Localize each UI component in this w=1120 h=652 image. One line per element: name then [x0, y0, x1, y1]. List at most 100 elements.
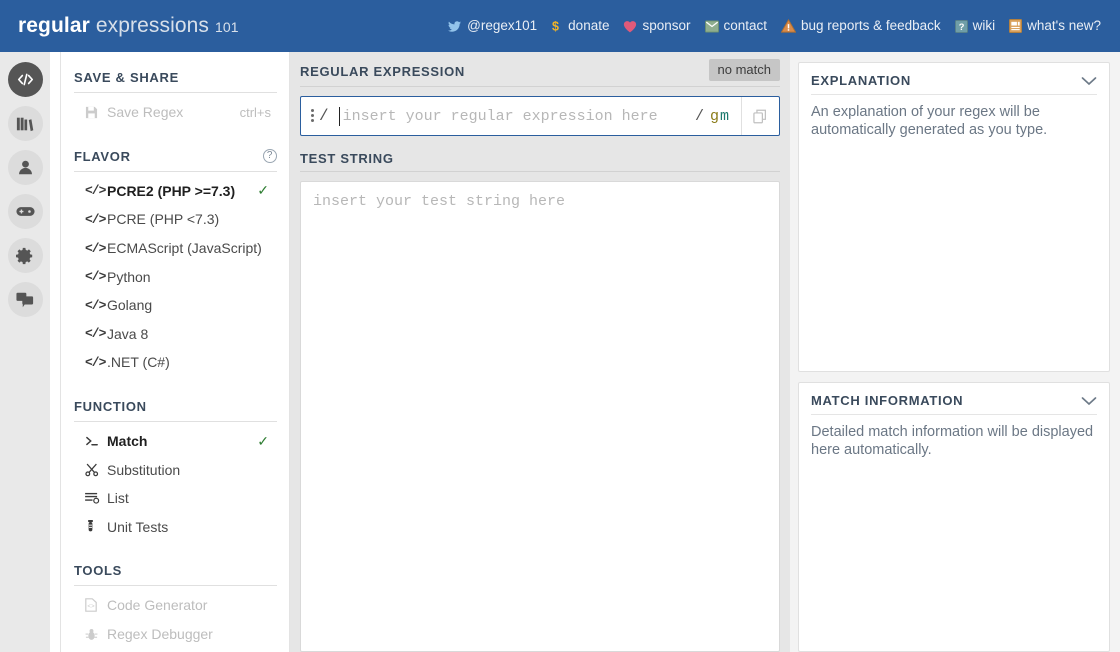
- menu-label-flavor-python: Python: [107, 268, 151, 285]
- nav-label-whats-new: what's new?: [1027, 18, 1101, 34]
- menu-label-code-generator: Code Generator: [107, 597, 208, 614]
- bug-icon: [85, 628, 107, 641]
- regex-input-container[interactable]: / insert your regular expression here / …: [300, 96, 780, 136]
- check-icon: ✓: [257, 432, 269, 449]
- nav-item-whats-new[interactable]: what's new?: [1002, 19, 1108, 33]
- kebab-menu-icon[interactable]: [311, 109, 314, 123]
- match-information-text: Detailed match information will be displ…: [811, 424, 1094, 458]
- test-string-placeholder: insert your test string here: [313, 193, 566, 210]
- regex-placeholder: insert your regular expression here: [342, 107, 658, 125]
- regex-input[interactable]: insert your regular expression here: [333, 97, 689, 135]
- nav-label-wiki: wiki: [972, 18, 996, 34]
- code-tag-icon: </>: [85, 326, 106, 342]
- account-icon: [17, 159, 34, 176]
- chevron-down-icon[interactable]: [1081, 76, 1097, 86]
- match-information-title: MATCH INFORMATION: [811, 393, 964, 408]
- chat-icon: [16, 291, 34, 309]
- menu-label-function-unit-tests: Unit Tests: [107, 518, 169, 535]
- regex-open-delimiter: /: [319, 107, 329, 125]
- logo-word-101: 101: [214, 19, 239, 35]
- menu-label-save-regex: Save Regex: [107, 104, 184, 121]
- section-title-function: FUNCTION: [74, 398, 147, 414]
- regex-close-delimiter: /: [694, 107, 704, 125]
- menu-item-function-unit-tests[interactable]: Unit Tests: [74, 513, 277, 542]
- info-column: EXPLANATION An explanation of your regex…: [790, 52, 1120, 652]
- gear-icon: [16, 247, 34, 265]
- menu-item-flavor-python[interactable]: </> Python: [74, 262, 277, 291]
- menu-label-function-substitution: Substitution: [107, 461, 181, 478]
- menu-item-flavor-pcre2[interactable]: </> PCRE2 (PHP >=7.3) ✓: [74, 177, 277, 206]
- nav-item-twitter[interactable]: @regex101: [440, 19, 544, 33]
- menu-label-flavor-golang: Golang: [107, 297, 153, 314]
- file-code-icon: <>: [85, 598, 107, 613]
- nav-item-sponsor[interactable]: sponsor: [616, 19, 697, 33]
- nav-label-bug-reports: bug reports & feedback: [801, 18, 941, 34]
- menu-item-regex-debugger[interactable]: Regex Debugger: [74, 620, 277, 649]
- nav-item-wiki[interactable]: ? wiki: [948, 19, 1003, 33]
- nav-label-donate: donate: [568, 18, 610, 34]
- menu-item-function-substitution[interactable]: Substitution: [74, 455, 277, 484]
- menu-item-function-match[interactable]: Match ✓: [74, 427, 277, 456]
- app-header: regular expressions 101 @regex101 $ dona…: [0, 0, 1120, 52]
- scissors-icon: [85, 463, 107, 477]
- test-string-input[interactable]: insert your test string here: [300, 181, 780, 652]
- explanation-panel: EXPLANATION An explanation of your regex…: [798, 62, 1110, 372]
- nav-item-contact[interactable]: contact: [698, 19, 775, 33]
- flag-multiline[interactable]: m: [720, 108, 729, 125]
- menu-label-flavor-java8: Java 8: [107, 325, 149, 342]
- help-icon[interactable]: ?: [263, 149, 277, 164]
- nav-item-bug-reports[interactable]: bug reports & feedback: [774, 19, 948, 33]
- explanation-title: EXPLANATION: [811, 73, 911, 88]
- heart-icon: [623, 20, 637, 33]
- rail-item-library[interactable]: [7, 106, 43, 141]
- rail-item-community[interactable]: [7, 282, 43, 317]
- rail-item-regex-editor[interactable]: [7, 62, 43, 97]
- rail-item-quiz[interactable]: [7, 194, 43, 229]
- header-nav: @regex101 $ donate sponsor contact bug r…: [440, 19, 1108, 34]
- library-icon: [16, 115, 34, 133]
- text-caret: [338, 106, 340, 126]
- menu-label-flavor-ecmascript: ECMAScript (JavaScript): [107, 240, 262, 257]
- gamepad-icon: [15, 202, 35, 221]
- menu-item-save-regex[interactable]: Save Regex ctrl+s: [74, 98, 277, 127]
- icon-rail: [0, 52, 50, 652]
- rail-item-settings[interactable]: [7, 238, 43, 273]
- section-title-flavor: FLAVOR: [74, 148, 131, 164]
- chevron-down-icon[interactable]: [1081, 396, 1097, 406]
- code-tag-icon: </>: [85, 297, 106, 313]
- nav-item-donate[interactable]: $ donate: [544, 19, 616, 34]
- site-logo[interactable]: regular expressions 101: [18, 14, 239, 38]
- section-header-save-share: SAVE & SHARE: [74, 66, 277, 93]
- envelope-icon: [704, 19, 719, 33]
- regex-flags[interactable]: / g m: [689, 97, 741, 135]
- copy-regex-button[interactable]: [741, 97, 779, 135]
- dollar-icon: $: [551, 19, 563, 34]
- match-status-badge: no match: [708, 59, 780, 81]
- menu-item-flavor-golang[interactable]: </> Golang: [74, 291, 277, 320]
- warning-icon: [781, 19, 797, 33]
- menu-item-code-generator[interactable]: <> Code Generator: [74, 591, 277, 620]
- testtube-icon: [85, 519, 107, 534]
- code-tag-icon: </>: [85, 183, 106, 199]
- menu-item-flavor-dotnet[interactable]: </> .NET (C#): [74, 348, 277, 377]
- explanation-header[interactable]: EXPLANATION: [811, 73, 1097, 95]
- menu-item-flavor-ecmascript[interactable]: </> ECMAScript (JavaScript): [74, 234, 277, 263]
- menu-item-flavor-pcre[interactable]: </> PCRE (PHP <7.3): [74, 205, 277, 234]
- section-title-save-share: SAVE & SHARE: [74, 70, 179, 85]
- menu-item-flavor-java8[interactable]: </> Java 8: [74, 320, 277, 349]
- wiki-icon: ?: [954, 19, 968, 33]
- editor-column: REGULAR EXPRESSION no match / insert you…: [290, 52, 790, 652]
- menu-item-function-list[interactable]: List: [74, 484, 277, 513]
- terminal-icon: [85, 435, 107, 447]
- nav-label-twitter: @regex101: [467, 18, 538, 34]
- code-tag-icon: </>: [85, 269, 106, 285]
- match-information-header[interactable]: MATCH INFORMATION: [811, 393, 1097, 415]
- rail-item-account[interactable]: [7, 150, 43, 185]
- regex-prefix: /: [301, 97, 333, 135]
- section-title-tools: TOOLS: [74, 563, 123, 579]
- menu-label-function-match: Match: [107, 433, 148, 450]
- regex-section-title: REGULAR EXPRESSION: [300, 64, 466, 79]
- flag-global[interactable]: g: [710, 108, 719, 125]
- nav-label-sponsor: sponsor: [642, 18, 691, 34]
- section-header-tools: TOOLS: [74, 559, 277, 587]
